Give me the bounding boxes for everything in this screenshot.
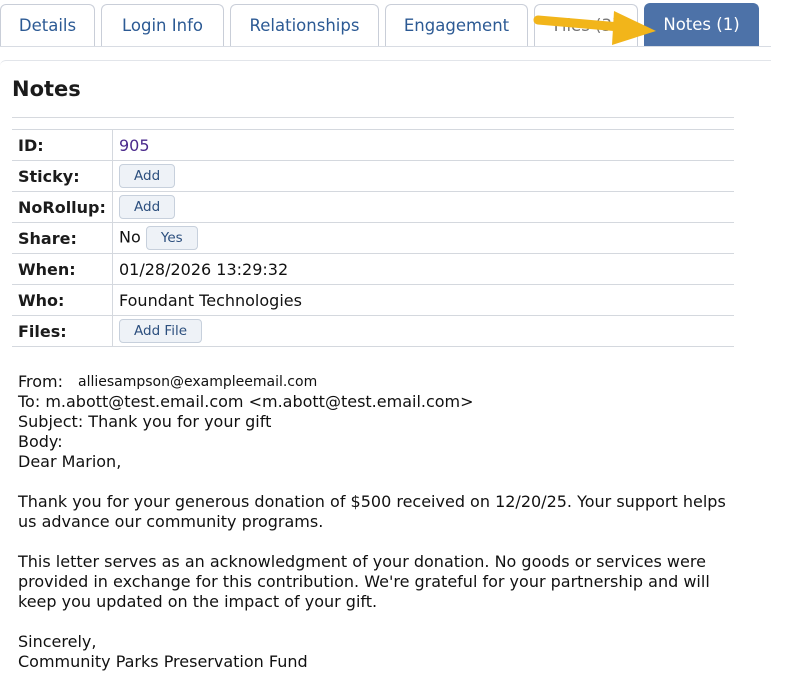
note-id: 905 — [119, 135, 150, 155]
field-label-id: ID: — [12, 129, 113, 161]
share-yes-button[interactable]: Yes — [145, 226, 198, 250]
share-status: No — [119, 227, 141, 247]
email-closing: Sincerely, — [18, 632, 97, 651]
email-from-address: alliesampson@exampleemail.com — [66, 375, 324, 390]
email-text-line: keep you updated on the impact of your g… — [18, 592, 378, 611]
email-from-line: From: alliesampson@exampleemail.com — [18, 372, 738, 392]
add-file-button[interactable]: Add File — [119, 319, 203, 343]
field-row-who: Who: Foundant Technologies — [12, 284, 734, 316]
tab-bar: Details Login Info Relationships Engagem… — [0, 0, 791, 48]
email-paragraph-1: Thank you for your generous donation of … — [18, 492, 738, 532]
field-value-sticky: Add — [112, 160, 734, 192]
tab-login-info[interactable]: Login Info — [101, 4, 224, 46]
tab-files[interactable]: Files (3) — [534, 4, 638, 46]
tab-divider — [0, 46, 771, 47]
field-value-norollup: Add — [112, 191, 734, 223]
field-row-id: ID: 905 — [12, 129, 734, 161]
email-from-label: From: — [18, 372, 64, 391]
field-row-share: Share: No Yes — [12, 222, 734, 254]
tab-relationships[interactable]: Relationships — [230, 4, 379, 46]
email-text-line: Thank you for your generous donation of … — [18, 492, 726, 511]
field-value-who: Foundant Technologies — [112, 284, 734, 316]
tab-notes[interactable]: Notes (1) — [644, 3, 759, 46]
field-row-norollup: NoRollup: Add — [12, 191, 734, 223]
email-signoff: Sincerely, Community Parks Preservation … — [18, 632, 738, 672]
email-signature: Community Parks Preservation Fund — [18, 652, 308, 671]
field-value-when: 01/28/2026 13:29:32 — [112, 253, 734, 285]
sticky-add-button[interactable]: Add — [119, 164, 176, 188]
notes-panel: Notes ID: 905 Sticky: Add NoRollup: Add … — [0, 60, 771, 682]
email-text-line: This letter serves as an acknowledgment … — [18, 552, 706, 571]
norollup-add-button[interactable]: Add — [119, 195, 176, 219]
page-title: Notes — [12, 77, 81, 101]
email-content: From: alliesampson@exampleemail.com To: … — [18, 372, 738, 672]
field-label-files: Files: — [12, 315, 113, 347]
email-body-label: Body: — [18, 432, 63, 451]
field-label-sticky: Sticky: — [12, 160, 113, 192]
field-row-files: Files: Add File — [12, 315, 734, 347]
tab-engagement[interactable]: Engagement — [385, 4, 528, 46]
email-greeting: Dear Marion, — [18, 452, 122, 471]
field-value-id: 905 — [112, 129, 734, 161]
field-label-share: Share: — [12, 222, 113, 254]
note-fields-table: ID: 905 Sticky: Add NoRollup: Add Share:… — [12, 129, 734, 347]
field-label-norollup: NoRollup: — [12, 191, 113, 223]
field-value-files: Add File — [112, 315, 734, 347]
tab-details[interactable]: Details — [0, 4, 95, 46]
email-text-line: provided in exchange for this contributi… — [18, 572, 710, 591]
email-to-line: To: m.abott@test.email.com <m.abott@test… — [18, 392, 474, 411]
email-text-line: us advance our community programs. — [18, 512, 324, 531]
field-value-share: No Yes — [112, 222, 734, 254]
field-label-who: Who: — [12, 284, 113, 316]
field-row-when: When: 01/28/2026 13:29:32 — [12, 253, 734, 285]
email-subject-line: Subject: Thank you for your gift — [18, 412, 272, 431]
field-label-when: When: — [12, 253, 113, 285]
field-row-sticky: Sticky: Add — [12, 160, 734, 192]
title-divider — [12, 117, 734, 118]
email-paragraph-2: This letter serves as an acknowledgment … — [18, 552, 738, 612]
